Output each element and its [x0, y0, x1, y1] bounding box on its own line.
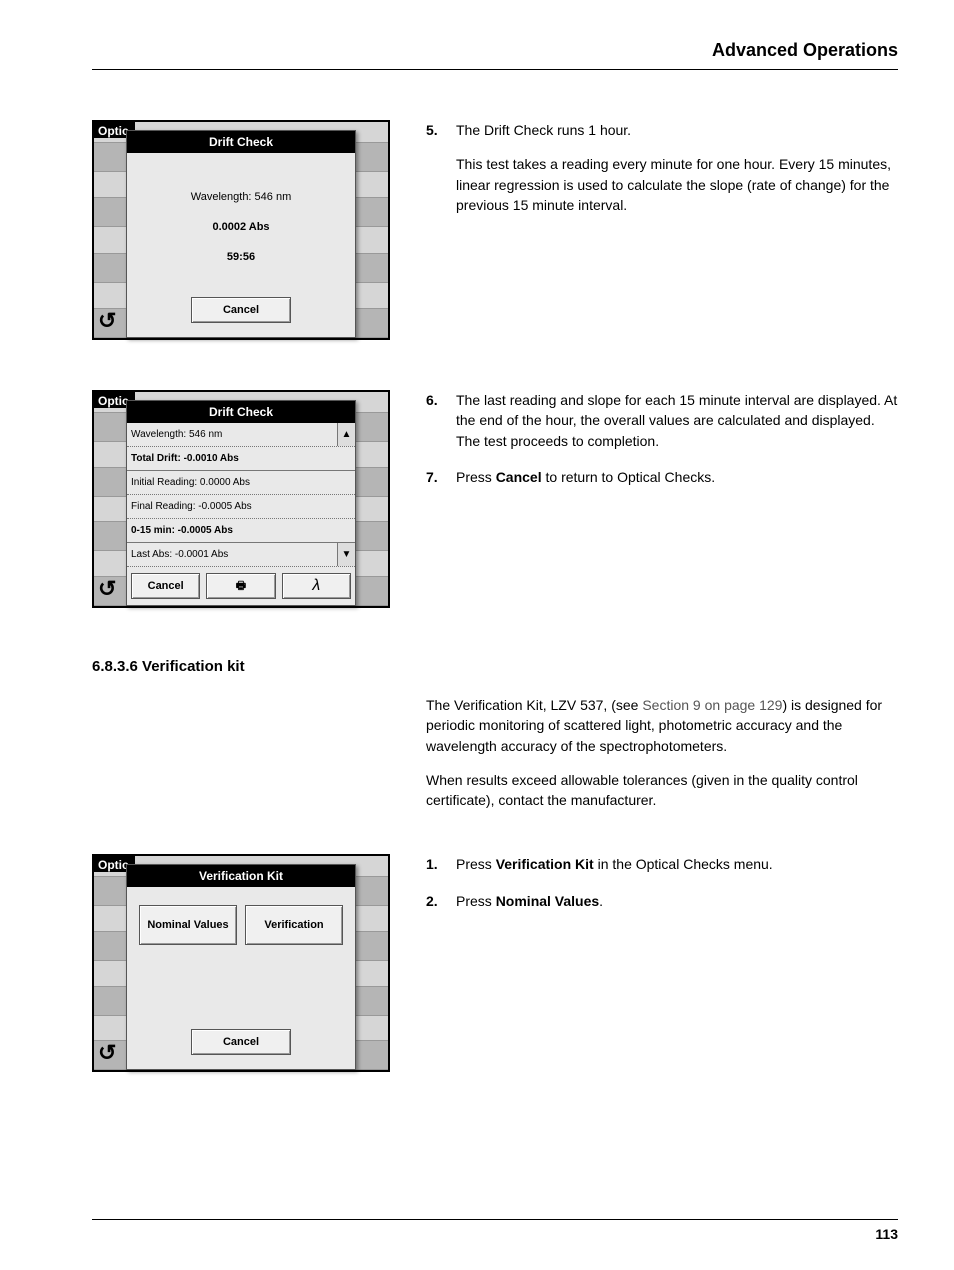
- option-buttons: Nominal Values Verification: [133, 895, 349, 955]
- s1-bold: Verification Kit: [496, 856, 594, 872]
- dialog-title: Verification Kit: [127, 865, 355, 887]
- drift-results-dialog: Drift Check Wavelength: 546 nm ▲ Total D…: [126, 400, 356, 606]
- wavelength-label: Wavelength: 546 nm: [191, 191, 291, 203]
- step-7-pre: Press: [456, 469, 496, 485]
- abs-value: 0.0002 Abs: [212, 221, 269, 233]
- back-arrow-icon[interactable]: ↺: [98, 576, 116, 602]
- step-7-num: 7.: [426, 467, 444, 487]
- step-2: 2. Press Nominal Values.: [426, 891, 898, 911]
- step-5-line2: This test takes a reading every minute f…: [456, 154, 898, 215]
- s2-post: .: [599, 893, 603, 909]
- step-7-body: Press Cancel to return to Optical Checks…: [456, 467, 715, 487]
- text-col-3: 1. Press Verification Kit in the Optical…: [426, 854, 898, 927]
- result-list: Wavelength: 546 nm ▲ Total Drift: -0.001…: [127, 423, 355, 569]
- row-text: Wavelength: 546 nm: [131, 429, 222, 440]
- scroll-down-icon[interactable]: ▼: [337, 543, 355, 566]
- step-5: 5. The Drift Check runs 1 hour. This tes…: [426, 120, 898, 229]
- screenshot-drift-results: Optic Drift Check Wavelength: 546 nm ▲ T…: [92, 390, 390, 608]
- step-list-c: 1. Press Verification Kit in the Optical…: [426, 854, 898, 911]
- row-text: Last Abs: -0.0001 Abs: [131, 549, 228, 560]
- timer-value: 59:56: [227, 251, 255, 263]
- step-2-num: 2.: [426, 891, 444, 911]
- step-1-num: 1.: [426, 854, 444, 874]
- step-list-a: 5. The Drift Check runs 1 hour. This tes…: [426, 120, 898, 229]
- cancel-button[interactable]: Cancel: [191, 297, 291, 323]
- header-title: Advanced Operations: [712, 40, 898, 60]
- drift-dialog: Drift Check Wavelength: 546 nm 0.0002 Ab…: [126, 130, 356, 338]
- dialog-title: Drift Check: [127, 401, 355, 423]
- print-button[interactable]: 🖶: [206, 573, 275, 599]
- center-readout: Wavelength: 546 nm 0.0002 Abs 59:56: [133, 161, 349, 297]
- back-arrow-icon[interactable]: ↺: [98, 1040, 116, 1066]
- text-col-2: 6. The last reading and slope for each 1…: [426, 390, 898, 503]
- spacer: [133, 955, 349, 1029]
- lambda-button[interactable]: λ: [282, 573, 351, 599]
- step-1: 1. Press Verification Kit in the Optical…: [426, 854, 898, 874]
- verification-button[interactable]: Verification: [245, 905, 343, 945]
- step-7: 7. Press Cancel to return to Optical Che…: [426, 467, 898, 487]
- s1-post: in the Optical Checks menu.: [594, 856, 773, 872]
- verification-intro-text: The Verification Kit, LZV 537, (see Sect…: [426, 695, 898, 824]
- screenshot-drift-running: Optic Drift Check Wavelength: 546 nm 0.0…: [92, 120, 390, 340]
- row-drift-run: Optic Drift Check Wavelength: 546 nm 0.0…: [92, 120, 898, 340]
- step-6-body: The last reading and slope for each 15 m…: [456, 390, 898, 451]
- dialog-content: Nominal Values Verification Cancel: [127, 887, 355, 1069]
- result-row-initial: Initial Reading: 0.0000 Abs: [127, 471, 355, 495]
- text-col-1: 5. The Drift Check runs 1 hour. This tes…: [426, 120, 898, 245]
- back-arrow-icon[interactable]: ↺: [98, 308, 116, 334]
- step-5-line1: The Drift Check runs 1 hour.: [456, 120, 898, 140]
- dialog-content: Wavelength: 546 nm 0.0002 Abs 59:56 Canc…: [127, 153, 355, 337]
- row-drift-results: Optic Drift Check Wavelength: 546 nm ▲ T…: [92, 390, 898, 608]
- cancel-button[interactable]: Cancel: [191, 1029, 291, 1055]
- step-7-bold: Cancel: [496, 469, 542, 485]
- step-list-b: 6. The last reading and slope for each 1…: [426, 390, 898, 487]
- verification-dialog: Verification Kit Nominal Values Verifica…: [126, 864, 356, 1070]
- page-number: 113: [92, 1219, 898, 1242]
- step-5-body: The Drift Check runs 1 hour. This test t…: [456, 120, 898, 229]
- verif-p2: When results exceed allowable tolerances…: [426, 770, 898, 811]
- result-row-wavelength: Wavelength: 546 nm ▲: [127, 423, 355, 447]
- section-link[interactable]: Section 9 on page 129: [642, 697, 782, 713]
- dialog-content: Wavelength: 546 nm ▲ Total Drift: -0.001…: [127, 423, 355, 605]
- step-5-num: 5.: [426, 120, 444, 229]
- step-7-post: to return to Optical Checks.: [542, 469, 716, 485]
- step-6-num: 6.: [426, 390, 444, 451]
- step-1-body: Press Verification Kit in the Optical Ch…: [456, 854, 773, 874]
- page-header: Advanced Operations: [92, 40, 898, 70]
- row-verification-kit: Optic Verification Kit Nominal Values Ve…: [92, 854, 898, 1072]
- verif-p1: The Verification Kit, LZV 537, (see Sect…: [426, 695, 898, 756]
- result-row-last: Last Abs: -0.0001 Abs ▼: [127, 543, 355, 567]
- p1-a: The Verification Kit, LZV 537, (see: [426, 697, 642, 713]
- scroll-up-icon[interactable]: ▲: [337, 423, 355, 446]
- section-heading-verification-kit: 6.8.3.6 Verification kit: [92, 658, 898, 675]
- s1-pre: Press: [456, 856, 496, 872]
- printer-icon: 🖶: [236, 577, 246, 596]
- button-row: Cancel 🖶 λ: [127, 569, 355, 605]
- dialog-title: Drift Check: [127, 131, 355, 153]
- result-row-015: 0-15 min: -0.0005 Abs: [127, 519, 355, 543]
- step-2-body: Press Nominal Values.: [456, 891, 603, 911]
- s2-bold: Nominal Values: [496, 893, 599, 909]
- lambda-icon: λ: [312, 577, 320, 595]
- cancel-button[interactable]: Cancel: [131, 573, 200, 599]
- screenshot-verification-kit: Optic Verification Kit Nominal Values Ve…: [92, 854, 390, 1072]
- step-6: 6. The last reading and slope for each 1…: [426, 390, 898, 451]
- row-verification-intro: The Verification Kit, LZV 537, (see Sect…: [92, 695, 898, 824]
- result-row-final: Final Reading: -0.0005 Abs: [127, 495, 355, 519]
- result-row-total: Total Drift: -0.0010 Abs: [127, 447, 355, 471]
- s2-pre: Press: [456, 893, 496, 909]
- nominal-values-button[interactable]: Nominal Values: [139, 905, 237, 945]
